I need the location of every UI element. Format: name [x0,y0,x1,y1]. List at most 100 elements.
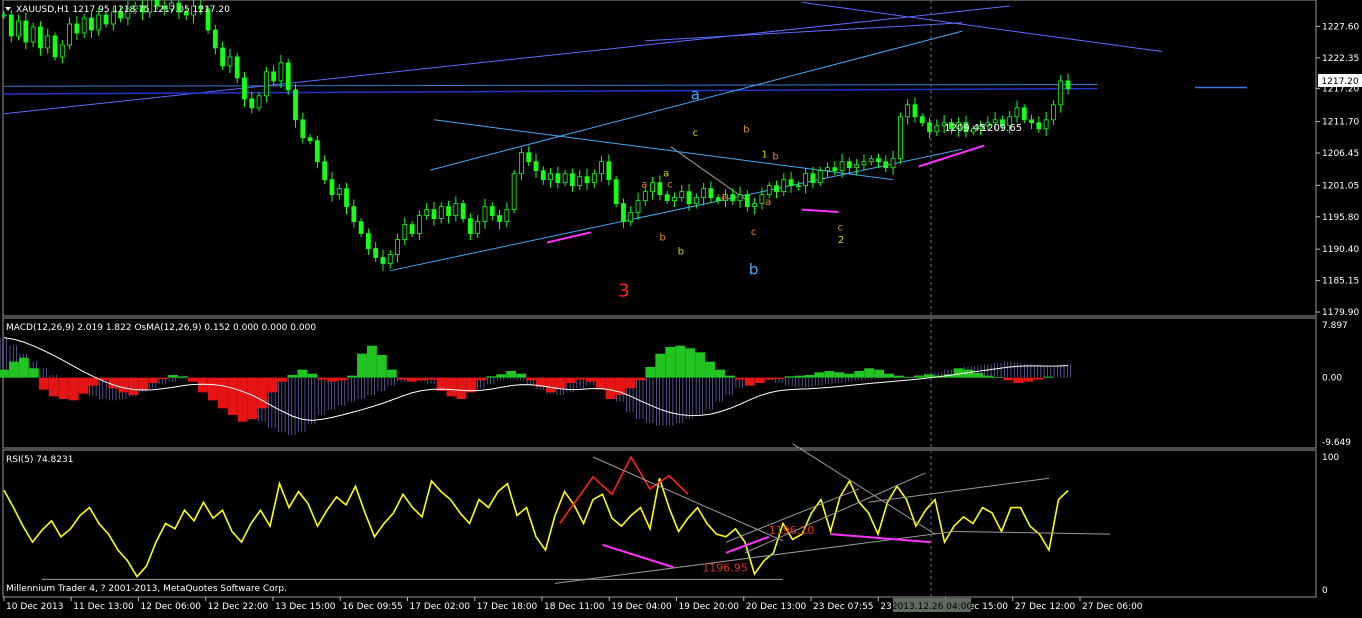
candle-body [256,95,262,109]
osma-bar [724,375,735,378]
osma-bar [814,372,825,378]
time-tick-label: 20 Dec 13:00 [746,602,807,612]
candle-body [81,17,87,34]
osma-bar [715,369,725,378]
osma-bar [516,373,527,378]
candle-body [825,167,830,172]
candle-body [752,203,758,208]
candle-body [395,239,400,255]
candle-body [912,104,918,118]
candle-body [817,170,823,184]
wave-label: c [693,128,699,139]
osma-bar [347,375,357,378]
candle-body [424,209,430,216]
candle-body [664,194,670,202]
candle-body [555,173,561,184]
macd-series: 7.897 0.00 -9.649 [0,321,1351,448]
osma-bar [834,372,845,378]
osma-bar [108,377,119,389]
candle-body [846,161,852,169]
symbol-menu-icon[interactable] [5,7,11,11]
osma-bar [247,377,258,420]
trading-terminal: 1227.60 1222.35 1217.20 1211.70 1206.45 1201.… [0,0,1362,614]
candle-body [737,194,743,202]
rsi-line [3,478,1069,579]
candle-body [854,164,860,169]
time-axis: 10 Dec 2013 11 Dec 13:00 12 Dec 06:00 12 De… [3,597,1143,612]
candle-body [234,56,240,79]
candle-body [686,191,692,205]
candle-body [38,26,43,49]
osma-bar [963,369,974,378]
candle-body [453,203,459,216]
candle-body [795,185,801,188]
candle-body [438,206,444,219]
osma-bar [237,377,248,422]
candle-body [482,206,488,222]
candle-body [657,182,663,196]
osma-bar [864,368,875,378]
trend-line [3,87,1098,95]
osma-bar [1003,377,1014,381]
candle-body [30,26,36,43]
osma-bar [267,377,278,393]
price-axis: 1227.60 1222.35 1217.20 1211.70 1206.45 1201.… [1316,22,1359,318]
osma-bar [695,352,706,378]
candle-body [322,161,328,181]
trend-line [801,208,839,213]
wave-label: b [743,124,749,135]
osma-bar [396,377,407,380]
osma-bar [217,377,228,409]
osma-bar [476,377,487,381]
osma-bar [545,377,556,393]
candle-body [220,47,226,67]
osma-bar [18,357,29,378]
candle-body [744,194,750,208]
candle-body [672,197,677,202]
osma-bar [317,377,328,380]
candle-body [344,188,349,208]
rsi-trend-line [744,472,926,554]
candle-body [905,104,911,118]
candle-body [271,71,277,82]
time-tick-label: 27 Dec 06:00 [1082,602,1143,612]
wave-label: b [749,260,759,278]
time-tick-label: 27 Dec 12:00 [1015,602,1076,612]
osma-bar [9,361,19,378]
osma-bar [526,377,536,381]
osma-bar [366,345,377,378]
candle-body [1051,104,1056,121]
osma-bar [913,375,924,378]
trend-line [3,83,1098,87]
osma-bar [28,368,39,378]
chart-canvas: 1227.60 1222.35 1217.20 1211.70 1206.45 1201.… [0,0,1362,612]
osma-bar [1043,376,1054,378]
candle-body [540,170,546,181]
osma-bar [227,377,238,416]
osma-bar [705,361,715,378]
candle-body [1021,107,1027,121]
candle-body [708,188,714,199]
wave-label: b [772,151,778,162]
rsi-trend-line [792,443,936,535]
trend-line [3,5,1010,115]
candle-body [839,161,845,172]
candle-body [635,200,641,214]
candle-body [59,44,65,58]
osma-bar [665,346,676,378]
crosshair-time-label: 2013.12.26 04:00 [892,602,973,612]
osma-bar [406,377,417,382]
candle-body [431,209,437,219]
wave-label: c [838,223,844,234]
candle-body [497,215,502,222]
candle-body [52,35,58,58]
candle-body [285,62,291,91]
candle-body [373,248,379,258]
time-tick-label: 19 Dec 04:00 [611,602,672,612]
wave-label: 1209.45 [944,123,985,134]
time-tick-label: 18 Dec 11:00 [544,602,605,612]
candle-body [526,152,532,163]
osma-bar [58,377,69,399]
osma-bar [297,369,308,378]
macd-tick-label: -9.649 [1322,438,1351,448]
